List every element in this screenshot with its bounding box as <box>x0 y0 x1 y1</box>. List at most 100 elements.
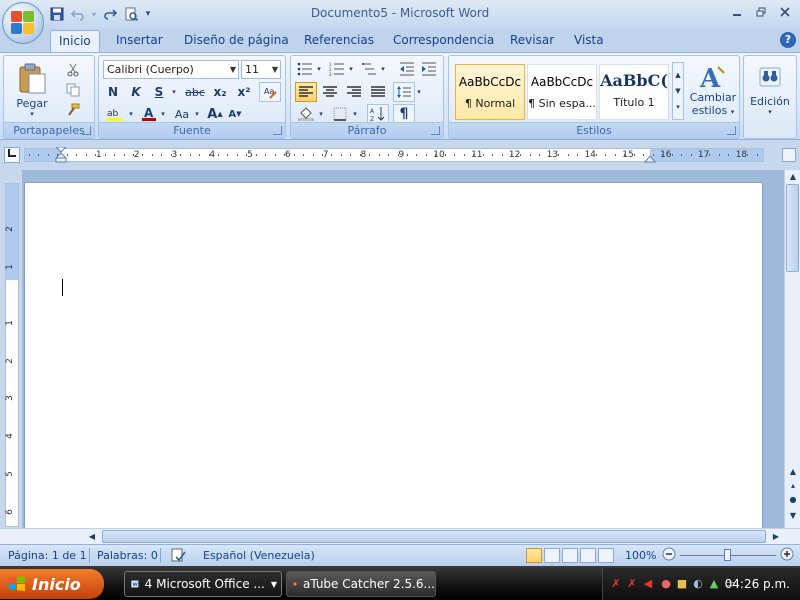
subscript-button[interactable]: x₂ <box>209 82 231 102</box>
editing-button[interactable]: Edición ▾ <box>746 58 794 122</box>
borders-dropdown-icon[interactable]: ▾ <box>351 104 359 124</box>
tray-icon-6[interactable]: ◐ <box>691 577 705 591</box>
line-spacing-button[interactable] <box>393 82 415 102</box>
gallery-more-icon[interactable]: ▾ <box>676 103 680 111</box>
bold-button[interactable]: N <box>103 82 123 102</box>
vertical-scroll-thumb[interactable] <box>786 184 799 272</box>
shrink-font-button[interactable]: A ▼ <box>225 104 245 124</box>
select-browse-object-icon[interactable]: ● <box>787 494 799 506</box>
zoom-slider-thumb[interactable] <box>724 549 731 561</box>
full-screen-reading-view-icon[interactable] <box>544 548 560 563</box>
justify-button[interactable] <box>367 82 389 102</box>
align-left-button[interactable] <box>295 82 317 102</box>
proofing-icon[interactable] <box>170 547 186 566</box>
style-titulo-1[interactable]: AaBbC( Título 1 <box>599 64 669 120</box>
highlight-dropdown-icon[interactable]: ▾ <box>127 104 135 124</box>
scroll-up-icon[interactable]: ▴ <box>787 480 799 492</box>
shading-dropdown-icon[interactable]: ▾ <box>317 104 325 124</box>
word-count[interactable]: Palabras: 0 <box>97 549 158 562</box>
grow-font-button[interactable]: A ▲ <box>205 104 225 124</box>
zoom-level[interactable]: 100% <box>625 549 656 562</box>
align-center-button[interactable] <box>319 82 341 102</box>
indent-marker-icon[interactable] <box>55 147 67 163</box>
close-icon[interactable] <box>774 3 796 21</box>
tab-diseno-de-pagina[interactable]: Diseño de página <box>176 30 297 52</box>
underline-button[interactable]: S <box>149 82 169 102</box>
start-button[interactable]: Inicio <box>0 569 104 599</box>
tab-revisar[interactable]: Revisar <box>502 30 562 52</box>
zoom-out-icon[interactable] <box>662 547 676 564</box>
scroll-up-icon[interactable]: ▲ <box>787 171 799 183</box>
font-size-combo[interactable]: 11 ▼ <box>241 60 281 79</box>
help-icon[interactable]: ? <box>780 32 796 48</box>
line-spacing-dropdown-icon[interactable]: ▾ <box>415 82 423 102</box>
scroll-right-icon[interactable]: ▶ <box>770 531 782 543</box>
italic-button[interactable]: K <box>126 82 146 102</box>
scroll-up-icon[interactable]: ▲ <box>787 466 799 478</box>
change-case-dropdown-icon[interactable]: ▾ <box>193 104 201 124</box>
horizontal-ruler[interactable]: 1 2 3 4 5 6 7 8 9 10 11 12 13 14 15 16 17 18 <box>24 147 764 163</box>
tray-icon-7[interactable]: ▲ <box>707 577 721 591</box>
page-count[interactable]: Página: 1 de 1 <box>8 549 87 562</box>
restore-icon[interactable] <box>750 3 772 21</box>
bullets-button[interactable] <box>295 60 315 78</box>
tab-stop-selector[interactable] <box>4 147 20 163</box>
minimize-icon[interactable] <box>726 3 748 21</box>
horizontal-scrollbar[interactable]: ◀ ▶ <box>0 528 800 544</box>
font-color-button[interactable]: A <box>139 104 159 124</box>
chevron-down-icon[interactable]: ▼ <box>675 87 680 95</box>
sort-button[interactable]: AZ <box>367 104 389 124</box>
multilevel-list-button[interactable] <box>359 60 379 78</box>
paste-button[interactable]: Pegar ▾ <box>10 60 54 120</box>
folder-icon[interactable]: ■ <box>675 577 689 591</box>
office-button[interactable] <box>2 2 44 44</box>
taskbar-item-microsoft-office[interactable]: W 4 Microsoft Office ... ▼ <box>124 571 282 597</box>
styles-dialog-launcher-icon[interactable] <box>727 126 736 135</box>
highlight-button[interactable]: ab <box>103 104 127 124</box>
increase-indent-button[interactable] <box>419 60 439 78</box>
outline-view-icon[interactable] <box>580 548 596 563</box>
volume-icon[interactable]: ◀ <box>641 577 655 591</box>
shading-button[interactable] <box>295 104 317 124</box>
numbering-dropdown-icon[interactable]: ▾ <box>347 60 355 78</box>
document-area[interactable] <box>22 170 784 528</box>
show-formatting-marks-icon[interactable]: ¶ <box>393 104 415 124</box>
document-page[interactable] <box>24 182 763 528</box>
clipboard-dialog-launcher-icon[interactable] <box>82 126 91 135</box>
tab-referencias[interactable]: Referencias <box>296 30 382 52</box>
borders-button[interactable] <box>329 104 351 124</box>
vertical-scrollbar[interactable]: ▲ ▲ ▴ ● ▼ <box>784 170 800 528</box>
format-painter-button[interactable] <box>62 100 84 120</box>
clear-formatting-button[interactable]: Aa <box>259 82 281 102</box>
change-styles-button[interactable]: A Cambiar estilos ▾ <box>689 58 737 122</box>
horizontal-scroll-thumb[interactable] <box>102 530 766 543</box>
chevron-up-icon[interactable]: ▲ <box>675 71 680 79</box>
superscript-button[interactable]: x² <box>233 82 255 102</box>
decrease-indent-button[interactable] <box>397 60 417 78</box>
tray-icon-4[interactable]: ● <box>659 577 673 591</box>
style-sin-espaciado[interactable]: AaBbCcDc ¶ Sin espa... <box>527 64 597 120</box>
scroll-down-icon[interactable]: ▼ <box>787 510 799 522</box>
font-color-dropdown-icon[interactable]: ▾ <box>159 104 167 124</box>
vertical-ruler[interactable]: 2 1 1 2 3 4 5 6 <box>5 183 19 527</box>
tray-icon-1[interactable]: ✗ <box>609 577 623 591</box>
zoom-in-icon[interactable] <box>780 547 794 564</box>
paragraph-dialog-launcher-icon[interactable] <box>431 126 440 135</box>
language[interactable]: Español (Venezuela) <box>203 549 315 562</box>
taskbar-item-atube-catcher[interactable]: aTube Catcher 2.5.6... <box>286 571 436 597</box>
tab-correspondencia[interactable]: Correspondencia <box>385 30 502 52</box>
tab-insertar[interactable]: Insertar <box>108 30 171 52</box>
bullets-dropdown-icon[interactable]: ▾ <box>315 60 323 78</box>
underline-dropdown-icon[interactable]: ▾ <box>169 82 179 102</box>
tab-vista[interactable]: Vista <box>566 30 612 52</box>
view-ruler-icon[interactable] <box>782 148 796 162</box>
cut-button[interactable] <box>62 60 84 80</box>
style-normal[interactable]: AaBbCcDc ¶ Normal <box>455 64 525 120</box>
network-icon[interactable]: ✗ <box>625 577 639 591</box>
draft-view-icon[interactable] <box>598 548 614 563</box>
styles-gallery-scroll[interactable]: ▲ ▼ ▾ <box>672 62 684 120</box>
print-layout-view-icon[interactable] <box>526 548 542 563</box>
tab-inicio[interactable]: Inicio <box>50 30 100 52</box>
change-case-button[interactable]: Aa <box>171 104 193 124</box>
font-dialog-launcher-icon[interactable] <box>273 126 282 135</box>
